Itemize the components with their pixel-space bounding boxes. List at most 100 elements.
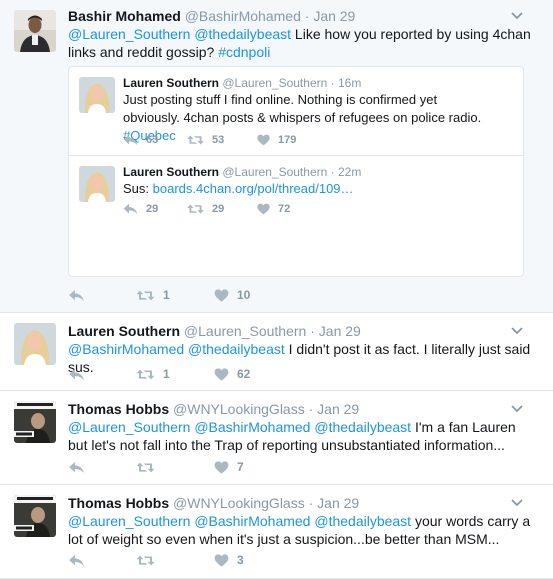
username[interactable]: @Lauren_Southern	[222, 76, 327, 90]
retweet-count: 53	[212, 134, 225, 146]
mention-link[interactable]: @Lauren_Southern	[68, 26, 190, 42]
like-icon	[214, 368, 229, 381]
timestamp[interactable]: Jan 29	[317, 401, 359, 417]
display-name[interactable]: Lauren Southern	[123, 76, 219, 90]
retweet-button[interactable]: 1	[136, 288, 214, 302]
avatar[interactable]	[14, 401, 56, 443]
like-button[interactable]: 10	[214, 288, 250, 302]
caret-down-icon[interactable]	[511, 10, 523, 22]
tweet-text: Sus: boards.4chan.org/pol/thread/109…	[123, 180, 493, 198]
timestamp[interactable]: Jan 29	[319, 323, 361, 339]
quoted-tweet[interactable]: Lauren Southern @Lauren_Southern · 22m S…	[69, 155, 523, 276]
mention-link[interactable]: @thedailybeast	[314, 513, 411, 529]
username[interactable]: @BashirMohamed	[185, 8, 301, 24]
separator: ·	[310, 323, 315, 339]
like-count: 72	[278, 203, 291, 215]
avatar[interactable]	[79, 166, 115, 202]
avatar[interactable]	[14, 323, 56, 365]
reply-button[interactable]	[68, 368, 136, 381]
tweet-body: Sus:	[123, 181, 153, 196]
tweet-header: Lauren Southern @Lauren_Southern · 22m	[123, 164, 361, 180]
retweet-button[interactable]	[136, 461, 214, 474]
separator: ·	[304, 8, 310, 24]
retweet-button[interactable]	[136, 554, 214, 567]
reply-button[interactable]	[68, 554, 136, 567]
reply-icon	[123, 203, 138, 215]
display-name[interactable]: Thomas Hobbs	[68, 495, 169, 511]
conversation-card[interactable]: Lauren Southern @Lauren_Southern · 16m J…	[68, 66, 524, 277]
mention-link[interactable]: @BashirMohamed	[194, 419, 310, 435]
separator: ·	[308, 495, 314, 511]
tweet[interactable]: Bashir Mohamed @BashirMohamed · Jan 29 @…	[0, 0, 553, 313]
reply-button[interactable]	[68, 289, 136, 302]
retweet-button[interactable]: 1	[136, 367, 214, 381]
tweet-header: Lauren Southern @Lauren_Southern · Jan 2…	[68, 322, 361, 340]
retweet-count: 1	[163, 367, 170, 381]
caret-down-icon[interactable]	[511, 325, 523, 337]
tweet-header: Bashir Mohamed @BashirMohamed · Jan 29	[68, 7, 355, 25]
timestamp[interactable]: Jan 29	[317, 495, 359, 511]
like-icon	[214, 461, 229, 474]
like-icon	[257, 134, 270, 146]
retweet-button[interactable]: 29	[187, 203, 257, 215]
retweet-icon	[187, 134, 204, 146]
mention-link[interactable]: @BashirMohamed	[194, 513, 310, 529]
separator: ·	[330, 165, 335, 179]
separator: ·	[330, 76, 335, 90]
caret-down-icon[interactable]	[511, 497, 523, 509]
tweet-actions: 3	[68, 551, 244, 569]
like-count: 7	[237, 460, 244, 474]
reply-icon	[68, 461, 85, 474]
username[interactable]: @WNYLookingGlass	[173, 495, 305, 511]
mention-link[interactable]: @BashirMohamed	[68, 341, 184, 357]
reply-count: 29	[146, 203, 159, 215]
reply-button[interactable]: 29	[123, 203, 187, 215]
mention-link[interactable]: @thedailybeast	[194, 26, 291, 42]
like-button[interactable]: 7	[214, 460, 244, 474]
avatar[interactable]	[79, 77, 115, 113]
url-link[interactable]: boards.4chan.org/pol/thread/109…	[153, 181, 354, 196]
quoted-tweet[interactable]: Lauren Southern @Lauren_Southern · 16m J…	[69, 67, 523, 155]
like-button[interactable]: 179	[257, 134, 296, 146]
timestamp[interactable]: 16m	[338, 76, 361, 90]
tweet[interactable]: Thomas Hobbs @WNYLookingGlass · Jan 29 @…	[0, 391, 553, 485]
display-name[interactable]: Lauren Southern	[68, 323, 180, 339]
retweet-button[interactable]: 53	[187, 134, 257, 146]
reply-icon	[68, 289, 85, 302]
like-button[interactable]: 72	[257, 203, 290, 215]
tweet[interactable]: Thomas Hobbs @WNYLookingGlass · Jan 29 @…	[0, 485, 553, 579]
reply-icon	[68, 554, 85, 567]
mention-link[interactable]: @Lauren_Southern	[68, 419, 190, 435]
caret-down-icon[interactable]	[511, 403, 523, 415]
timestamp[interactable]: Jan 29	[313, 8, 355, 24]
username[interactable]: @Lauren_Southern	[184, 323, 306, 339]
retweet-count: 1	[163, 288, 170, 302]
like-count: 10	[237, 288, 251, 302]
reply-button[interactable]	[68, 461, 136, 474]
tweet[interactable]: Lauren Southern @Lauren_Southern · Jan 2…	[0, 313, 553, 391]
timestamp[interactable]: 22m	[338, 165, 361, 179]
avatar[interactable]	[14, 10, 56, 52]
display-name[interactable]: Lauren Southern	[123, 165, 219, 179]
tweet-actions: 1 62	[68, 365, 250, 383]
username[interactable]: @Lauren_Southern	[222, 165, 327, 179]
retweet-icon	[136, 461, 155, 474]
mention-link[interactable]: @thedailybeast	[188, 341, 285, 357]
tweet-actions: 1 10	[68, 286, 250, 304]
display-name[interactable]: Bashir Mohamed	[68, 8, 181, 24]
mention-link[interactable]: @Lauren_Southern	[68, 513, 190, 529]
display-name[interactable]: Thomas Hobbs	[68, 401, 169, 417]
conversation-timeline: Bashir Mohamed @BashirMohamed · Jan 29 @…	[0, 0, 553, 579]
reply-icon	[68, 368, 85, 381]
retweet-icon	[187, 203, 204, 215]
mention-link[interactable]: @thedailybeast	[314, 419, 411, 435]
username[interactable]: @WNYLookingGlass	[173, 401, 305, 417]
hashtag-link[interactable]: #cdnpoli	[218, 44, 270, 60]
like-button[interactable]: 3	[214, 553, 244, 567]
avatar[interactable]	[14, 495, 56, 537]
retweet-icon	[136, 554, 155, 567]
like-count: 179	[278, 134, 297, 146]
tweet-text: @Lauren_Southern @BashirMohamed @thedail…	[68, 512, 537, 548]
like-button[interactable]: 62	[214, 367, 250, 381]
reply-button[interactable]: 63	[123, 134, 187, 146]
